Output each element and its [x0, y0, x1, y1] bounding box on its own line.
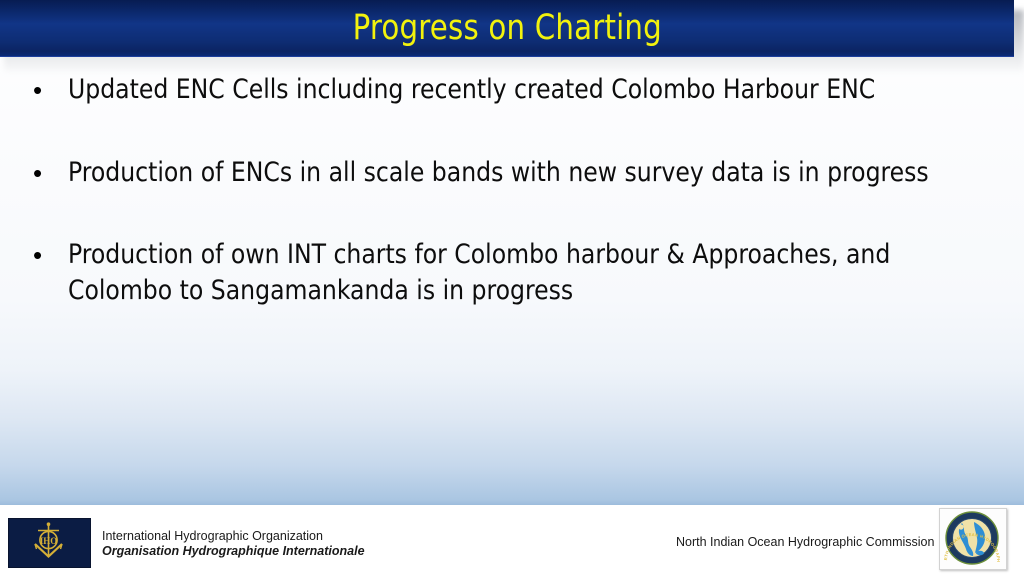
bullet-text: Production of ENCs in all scale bands wi… — [68, 157, 929, 188]
iho-organization-name: International Hydrographic Organization … — [102, 529, 365, 559]
iho-anchor-emblem-icon: IHO — [34, 522, 63, 558]
bullet-list: • Updated ENC Cells including recently c… — [0, 72, 1024, 356]
bullet-point-icon: • — [33, 75, 43, 105]
list-item: • Production of own INT charts for Colom… — [0, 237, 1024, 309]
bullet-point-icon: • — [33, 158, 43, 188]
list-item: • Updated ENC Cells including recently c… — [0, 72, 1024, 108]
niohc-label: North Indian Ocean Hydrographic Commissi… — [676, 535, 935, 549]
iho-logo: IHO — [8, 518, 91, 568]
svg-text:IHO: IHO — [40, 536, 58, 546]
iho-name-french: Organisation Hydrographique Internationa… — [102, 544, 365, 558]
list-item: • Production of ENCs in all scale bands … — [0, 155, 1024, 191]
iho-name-english: International Hydrographic Organization — [102, 529, 323, 543]
title-bar: Progress on Charting — [0, 0, 1014, 57]
bullet-point-icon: • — [33, 240, 43, 270]
niohc-logo: NORTH INDIAN OCEAN HYDROGRAPHIC COMMISSI… — [938, 505, 1007, 576]
niohc-circular-seal-icon: NORTH INDIAN OCEAN HYDROGRAPHIC COMMISSI… — [938, 505, 1000, 576]
page-title: Progress on Charting — [352, 7, 662, 48]
slide-canvas: Progress on Charting • Updated ENC Cells… — [0, 0, 1024, 576]
bullet-text: Updated ENC Cells including recently cre… — [68, 74, 876, 105]
bullet-text: Production of own INT charts for Colombo… — [68, 239, 891, 306]
